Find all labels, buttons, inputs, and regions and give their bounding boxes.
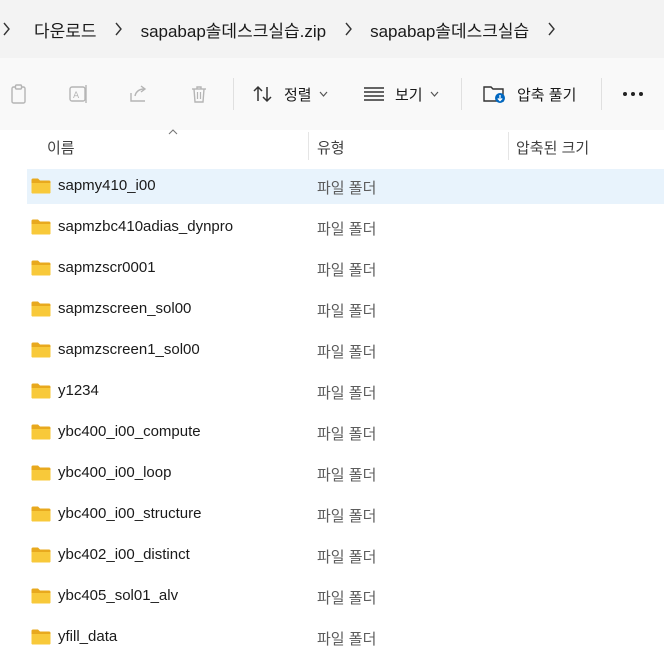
file-name: sapmzscreen_sol00 <box>58 300 192 317</box>
file-row[interactable]: sapmzscreen1_sol00 파일 폴더 <box>0 330 664 371</box>
folder-icon <box>31 260 51 276</box>
extract-folder-icon <box>483 86 505 103</box>
column-header-type[interactable]: 유형 <box>317 137 345 158</box>
file-name: yfill_data <box>58 628 118 645</box>
chevron-down-icon <box>319 91 328 97</box>
file-row[interactable]: sapmzscreen_sol00 파일 폴더 <box>0 289 664 330</box>
breadcrumb-zip[interactable]: sapabap솔데스크실습.zip <box>131 14 337 44</box>
file-type: 파일 폴더 <box>317 385 377 402</box>
breadcrumb-downloads[interactable]: 다운로드 <box>12 14 107 44</box>
rename-icon[interactable]: A <box>67 82 91 106</box>
sort-button[interactable]: 정렬 <box>252 78 328 110</box>
sort-label: 정렬 <box>284 86 312 104</box>
file-type: 파일 폴더 <box>317 221 377 238</box>
file-type: 파일 폴더 <box>317 549 377 566</box>
file-row[interactable]: sapmy410_i00 파일 폴더 <box>0 166 664 207</box>
toolbar-divider <box>233 78 234 110</box>
file-name: ybc405_sol01_alv <box>58 587 179 604</box>
extract-label: 압축 풀기 <box>517 86 577 104</box>
file-name: y1234 <box>58 382 99 399</box>
folder-icon <box>31 219 51 235</box>
trash-icon[interactable] <box>187 82 211 106</box>
file-explorer-window: 다운로드 sapabap솔데스크실습.zip sapabap솔데스크실습 A 정… <box>0 0 664 663</box>
file-name: sapmzscreen1_sol00 <box>58 341 200 358</box>
folder-icon <box>31 342 51 358</box>
view-button[interactable]: 보기 <box>363 78 439 110</box>
column-header-compressed-size[interactable]: 압축된 크기 <box>516 137 589 158</box>
toolbar-divider <box>461 78 462 110</box>
file-name: ybc402_i00_distinct <box>58 546 190 563</box>
folder-icon <box>31 383 51 399</box>
extract-all-button[interactable]: 압축 풀기 <box>483 78 576 110</box>
clipboard-icon[interactable] <box>7 82 31 106</box>
sort-ascending-icon <box>168 129 178 135</box>
chevron-down-icon <box>430 91 439 97</box>
folder-icon <box>31 547 51 563</box>
file-type: 파일 폴더 <box>317 426 377 443</box>
share-icon[interactable] <box>127 82 151 106</box>
folder-icon <box>31 629 51 645</box>
chevron-right-icon[interactable] <box>336 14 360 44</box>
view-list-icon <box>364 87 384 101</box>
chevron-right-icon[interactable] <box>539 14 563 44</box>
file-name: ybc400_i00_loop <box>58 464 172 481</box>
column-header-name[interactable]: 이름 <box>47 137 75 158</box>
file-row[interactable]: ybc402_i00_distinct 파일 폴더 <box>0 535 664 576</box>
folder-icon <box>31 506 51 522</box>
column-header-row: 이름 유형 압축된 크기 <box>0 129 664 162</box>
file-type: 파일 폴더 <box>317 508 377 525</box>
file-type: 파일 폴더 <box>317 631 377 648</box>
breadcrumb: 다운로드 sapabap솔데스크실습.zip sapabap솔데스크실습 <box>0 0 664 58</box>
folder-icon <box>31 588 51 604</box>
more-options-button[interactable] <box>618 82 648 106</box>
file-name: sapmy410_i00 <box>58 177 156 194</box>
file-row[interactable]: ybc405_sol01_alv 파일 폴더 <box>0 576 664 617</box>
svg-text:A: A <box>73 91 80 101</box>
chevron-right-icon[interactable] <box>0 14 12 44</box>
column-divider[interactable] <box>508 132 509 160</box>
file-row[interactable]: sapmzbc410adias_dynpro 파일 폴더 <box>0 207 664 248</box>
breadcrumb-folder[interactable]: sapabap솔데스크실습 <box>360 14 539 44</box>
file-name: sapmzbc410adias_dynpro <box>58 218 234 235</box>
column-divider[interactable] <box>308 132 309 160</box>
file-row[interactable]: sapmzscr0001 파일 폴더 <box>0 248 664 289</box>
file-type: 파일 폴더 <box>317 262 377 279</box>
file-type: 파일 폴더 <box>317 180 377 197</box>
chevron-right-icon[interactable] <box>107 14 131 44</box>
file-row[interactable]: y1234 파일 폴더 <box>0 371 664 412</box>
file-name: ybc400_i00_structure <box>58 505 202 522</box>
file-name: ybc400_i00_compute <box>58 423 201 440</box>
file-row[interactable]: ybc400_i00_loop 파일 폴더 <box>0 453 664 494</box>
toolbar-divider <box>601 78 602 110</box>
view-label: 보기 <box>395 86 423 104</box>
file-row[interactable]: yfill_data 파일 폴더 <box>0 617 664 658</box>
command-bar: A 정렬 보기 압축 풀기 <box>0 58 664 131</box>
file-type: 파일 폴더 <box>317 590 377 607</box>
folder-icon <box>31 424 51 440</box>
sort-icon <box>253 85 272 103</box>
folder-icon <box>31 301 51 317</box>
folder-icon <box>31 178 51 194</box>
file-type: 파일 폴더 <box>317 467 377 484</box>
file-list: sapmy410_i00 파일 폴더 sapmzbc410adias_dynpro 파… <box>0 166 664 658</box>
file-name: sapmzscr0001 <box>58 259 156 276</box>
file-type: 파일 폴더 <box>317 344 377 361</box>
folder-icon <box>31 465 51 481</box>
more-icon <box>623 92 643 96</box>
file-row[interactable]: ybc400_i00_compute 파일 폴더 <box>0 412 664 453</box>
file-row[interactable]: ybc400_i00_structure 파일 폴더 <box>0 494 664 535</box>
file-type: 파일 폴더 <box>317 303 377 320</box>
